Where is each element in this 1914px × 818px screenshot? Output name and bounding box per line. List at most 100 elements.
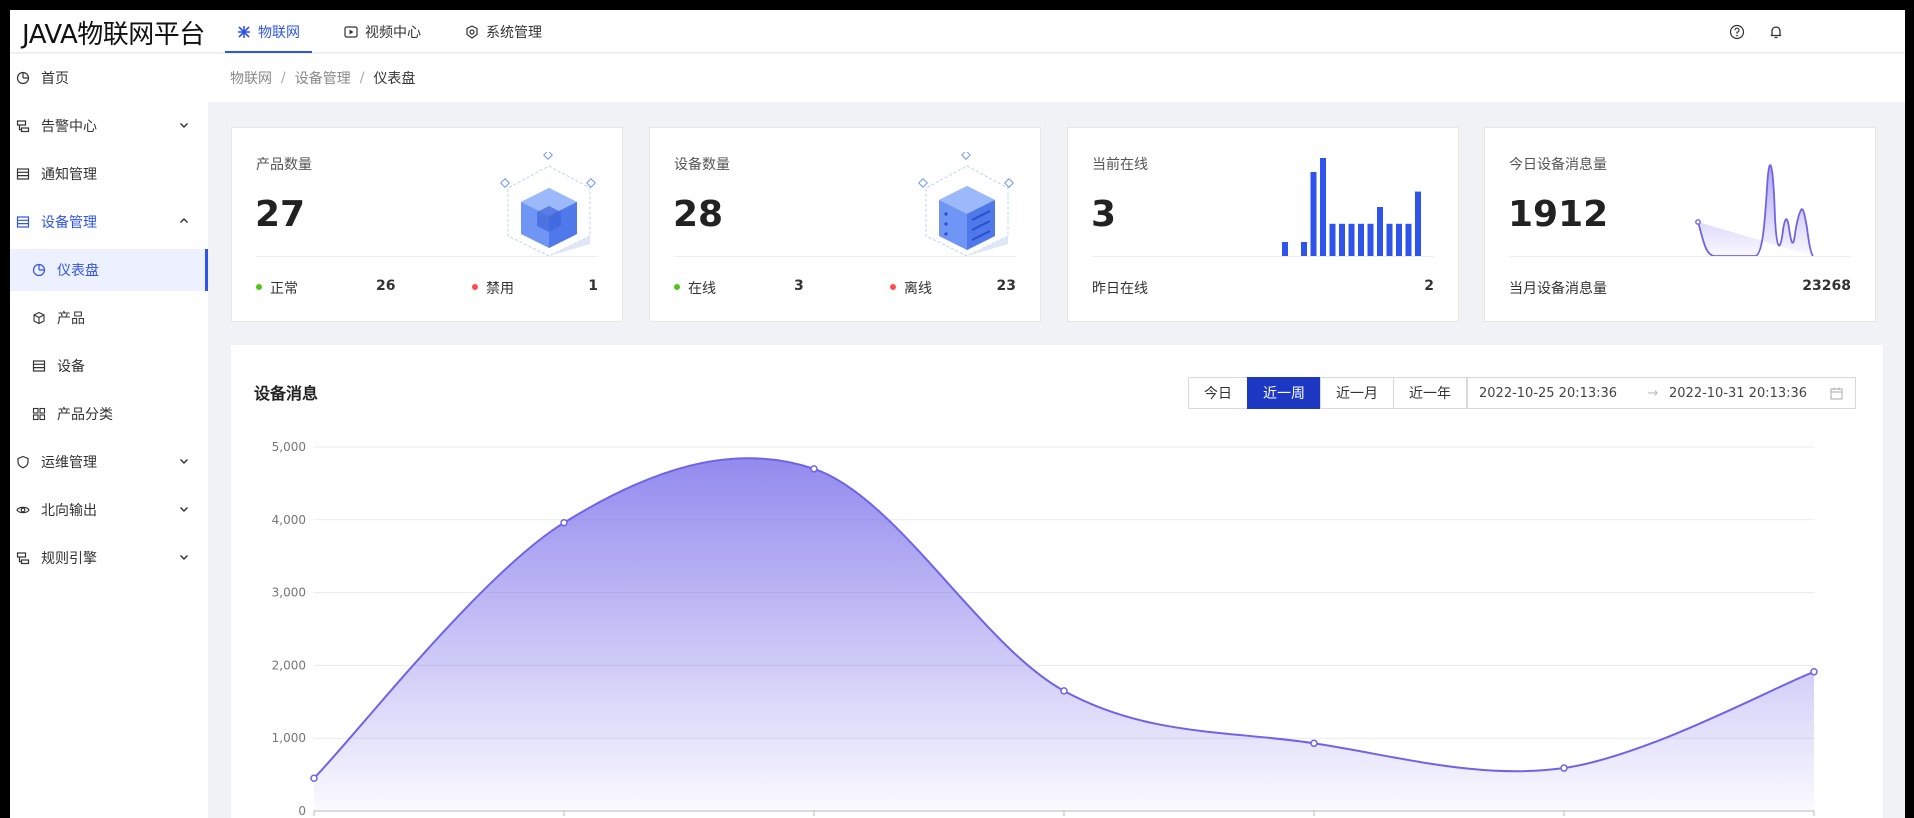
device-server-illustration — [918, 150, 1016, 257]
data-point[interactable] — [1060, 687, 1068, 695]
table-icon — [30, 357, 48, 375]
card-footer: 在线 3 离线 23 — [674, 278, 1016, 298]
card-footer: 当月设备消息量 23268 — [1509, 278, 1851, 298]
product-cube-illustration — [500, 150, 598, 257]
sidebar-item-product[interactable]: 产品 — [10, 294, 208, 342]
card-title: 当前在线 — [1092, 157, 1148, 173]
mini-bar — [1396, 223, 1402, 256]
series-area — [314, 458, 1814, 811]
sidebar-item-label: 设备管理 — [41, 215, 97, 231]
sidebar-item-rules[interactable]: 规则引擎 — [10, 534, 208, 582]
card-divider — [256, 256, 598, 257]
online-mini-bar-chart — [1282, 158, 1421, 256]
yesterday-online-label: 昨日在线 — [1092, 281, 1148, 297]
breadcrumb-item[interactable]: 设备管理 — [295, 68, 351, 88]
breadcrumb-separator: / — [359, 70, 365, 86]
card-value: 1912 — [1508, 194, 1609, 235]
box-icon — [30, 309, 48, 327]
status-online-value: 3 — [794, 278, 804, 294]
chevron-up-icon — [178, 215, 190, 227]
device-messages-area-chart: 01,0002,0003,0004,0005,00010月25日10月26日10… — [272, 440, 1818, 818]
y-tick-label: 2,000 — [272, 658, 306, 672]
topnav-system[interactable]: 系统管理 — [453, 10, 554, 53]
sidebar-item-label: 北向输出 — [41, 503, 97, 519]
yesterday-online-value: 2 — [1424, 278, 1434, 294]
card-footer: 正常 26 禁用 1 — [256, 278, 598, 298]
card-footer: 昨日在线 2 — [1092, 278, 1434, 298]
card-title: 今日设备消息量 — [1509, 157, 1607, 173]
system-icon — [465, 24, 479, 39]
red-dot-icon — [890, 284, 896, 290]
data-point[interactable] — [810, 465, 818, 473]
chevron-down-icon — [178, 119, 190, 131]
mini-bar — [1348, 223, 1355, 256]
video-icon — [344, 25, 358, 39]
card-divider — [1509, 256, 1851, 257]
green-dot-icon — [256, 284, 262, 290]
app-window: JAVA物联网平台 物联网 视频中心 系统管理 首页 告警中心 通知管理 设备管… — [10, 10, 1905, 818]
month-messages-value: 23268 — [1802, 278, 1851, 294]
mini-bar — [1310, 172, 1317, 256]
status-normal: 正常 — [256, 278, 298, 298]
chevron-down-icon — [178, 455, 190, 467]
sidebar-item-notice[interactable]: 通知管理 — [10, 150, 208, 198]
sidebar-item-label: 通知管理 — [41, 167, 97, 183]
sidebar-item-label: 告警中心 — [41, 119, 97, 135]
pie-chart-icon — [14, 69, 32, 87]
breadcrumb: 物联网 / 设备管理 / 仪表盘 — [208, 54, 1905, 102]
sidebar-item-dashboard[interactable]: 仪表盘 — [10, 249, 208, 291]
data-point[interactable] — [1310, 739, 1318, 748]
y-tick-label: 1,000 — [272, 731, 306, 745]
mini-bar — [1358, 223, 1364, 256]
y-tick-label: 3,000 — [272, 586, 306, 600]
y-tick-label: 0 — [298, 804, 306, 818]
card-title: 设备数量 — [674, 157, 730, 173]
data-point[interactable] — [1560, 764, 1568, 772]
status-label: 离线 — [904, 281, 932, 297]
breadcrumb-item[interactable]: 物联网 — [230, 68, 272, 88]
product-count-card: 产品数量 27 正常 26 禁用 1 — [231, 127, 623, 322]
topnav-video[interactable]: 视频中心 — [332, 10, 433, 53]
status-offline-value: 23 — [996, 278, 1016, 294]
status-label: 正常 — [270, 281, 298, 297]
y-tick-label: 4,000 — [272, 513, 306, 527]
green-dot-icon — [674, 284, 680, 290]
appstore-icon — [30, 405, 48, 423]
table-icon — [14, 165, 32, 183]
chevron-down-icon — [178, 503, 190, 515]
sidebar-item-product-category[interactable]: 产品分类 — [10, 390, 208, 438]
card-title: 产品数量 — [256, 157, 312, 173]
top-header: JAVA物联网平台 物联网 视频中心 系统管理 — [10, 10, 1905, 53]
top-navigation: 物联网 视频中心 系统管理 — [225, 10, 574, 53]
sidebar-item-device[interactable]: 设备 — [10, 342, 208, 390]
sidebar-item-alarm[interactable]: 告警中心 — [10, 102, 208, 150]
status-disabled-value: 1 — [588, 278, 598, 294]
sidebar-item-ops[interactable]: 运维管理 — [10, 438, 208, 486]
topnav-system-label: 系统管理 — [486, 24, 542, 41]
sidebar-item-label: 规则引擎 — [41, 551, 97, 567]
bell-icon[interactable] — [1766, 22, 1785, 41]
messages-mini-line-chart — [1695, 164, 1814, 256]
mini-bar — [1320, 158, 1326, 256]
help-icon[interactable] — [1727, 22, 1746, 41]
data-point[interactable] — [310, 774, 318, 782]
card-value: 27 — [255, 194, 306, 235]
sidebar-item-home[interactable]: 首页 — [10, 54, 208, 102]
data-point[interactable] — [1810, 668, 1818, 676]
mini-bar — [1329, 223, 1336, 256]
mini-bar — [1339, 223, 1345, 256]
header-actions — [1727, 10, 1785, 53]
y-tick-label: 5,000 — [272, 440, 306, 454]
sidebar-item-northbound[interactable]: 北向输出 — [10, 486, 208, 534]
card-divider — [1092, 256, 1434, 257]
status-offline: 离线 — [890, 278, 932, 298]
topnav-iot[interactable]: 物联网 — [225, 10, 312, 53]
table-icon — [14, 213, 32, 231]
status-label: 禁用 — [486, 281, 514, 297]
pie-chart-icon — [30, 261, 48, 279]
mini-bar — [1415, 191, 1421, 256]
sidebar-item-device-manage[interactable]: 设备管理 — [10, 198, 208, 246]
cluster-icon — [14, 549, 32, 567]
chevron-down-icon — [178, 551, 190, 563]
data-point[interactable] — [560, 518, 568, 527]
